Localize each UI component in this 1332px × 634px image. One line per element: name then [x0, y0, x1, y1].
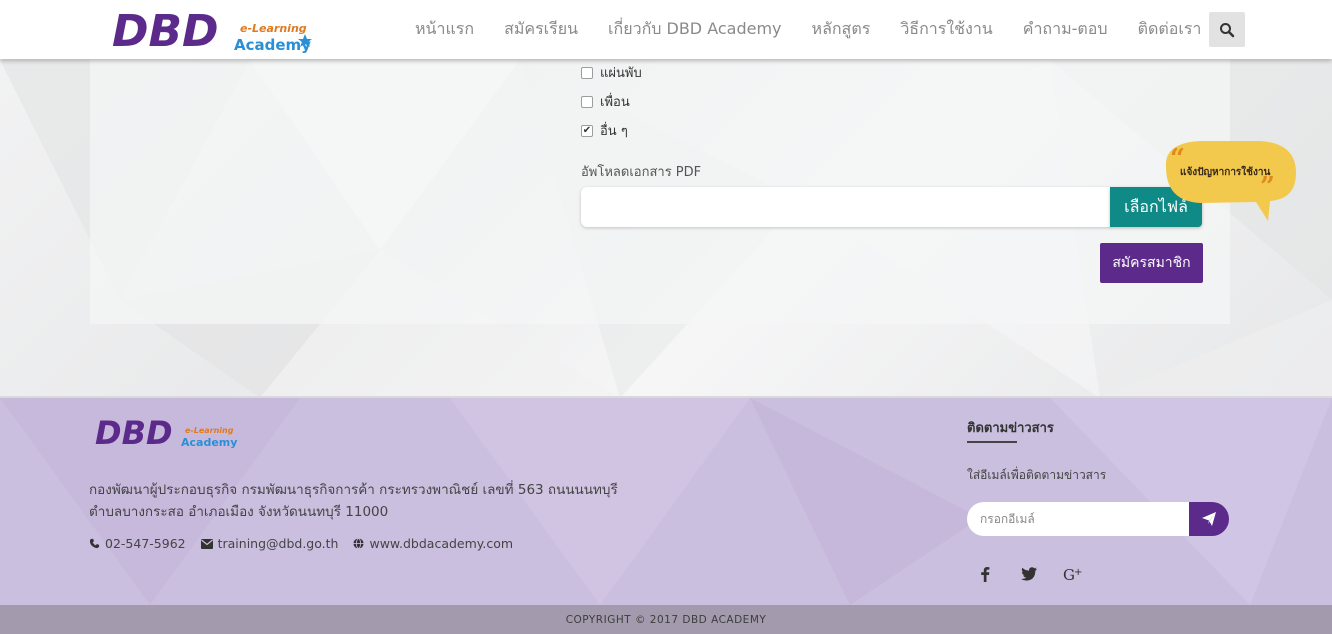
checkbox-friend[interactable]: [581, 95, 593, 108]
footer-logo-sub-1: e-Learning: [185, 426, 234, 435]
website-text: www.dbdacademy.com: [369, 536, 514, 551]
google-plus-icon: G +: [1063, 566, 1082, 582]
register-submit-button[interactable]: สมัครสมาชิก: [1100, 243, 1203, 283]
nav-how-to-use[interactable]: วิธีการใช้งาน: [900, 17, 992, 42]
main-nav: หน้าแรก สมัครเรียน เกี่ยวกับ DBD Academy…: [400, 0, 1216, 59]
checkbox-row-other: ✔ อื่น ๆ: [581, 120, 628, 141]
checkbox-label: อื่น ๆ: [600, 124, 628, 139]
logo-sub-2: Academy: [234, 36, 311, 54]
contact-website[interactable]: www.dbdacademy.com: [353, 536, 513, 551]
checkbox-label: เพื่อน: [600, 95, 630, 110]
nav-contact[interactable]: ติดต่อเรา: [1138, 17, 1202, 42]
logo-sub-1: e-Learning: [240, 22, 307, 35]
newsletter-email-input[interactable]: กรอกอีเมล์: [967, 502, 1190, 536]
newsletter-title: ติดตามข่าวสาร: [967, 421, 1054, 436]
paper-plane-icon: [1202, 512, 1216, 526]
contact-info: 02-547-5962 training@dbd.go.th www.dbdac…: [89, 536, 528, 551]
search-icon: [1220, 22, 1235, 37]
facebook-link[interactable]: [975, 564, 995, 584]
file-path-field[interactable]: [581, 187, 1111, 227]
footer-logo-brand: DBD: [95, 414, 173, 449]
upload-pdf-label: อัพโหลดเอกสาร PDF: [581, 165, 702, 180]
search-button[interactable]: [1209, 12, 1245, 47]
checkbox-row-brochure: แผ่นพับ: [581, 62, 642, 83]
svg-text:+: +: [1074, 567, 1082, 578]
nav-faq[interactable]: คำถาม-ตอบ: [1023, 17, 1108, 42]
newsletter-subtitle: ใส่อีเมล์เพื่อติดตามข่าวสาร: [967, 468, 1107, 482]
newsletter-send-button[interactable]: [1189, 502, 1229, 536]
copyright-bar: COPYRIGHT © 2017 DBD ACADEMY: [0, 605, 1332, 634]
envelope-icon: [200, 538, 213, 549]
nav-home[interactable]: หน้าแรก: [415, 17, 474, 42]
logo-brand: DBD: [112, 6, 219, 56]
footer-logo-sub-2: Academy: [181, 436, 237, 449]
report-problem-bubble[interactable]: “ ”: [1160, 137, 1300, 227]
phone-text: 02-547-5962: [105, 536, 186, 551]
nav-about[interactable]: เกี่ยวกับ DBD Academy: [608, 17, 781, 42]
report-problem-text: แจ้งปัญหาการใช้งาน: [1180, 167, 1271, 178]
nav-register-course[interactable]: สมัครเรียน: [504, 17, 578, 42]
facebook-icon: [981, 567, 990, 582]
twitter-link[interactable]: [1019, 564, 1039, 584]
nav-courses[interactable]: หลักสูตร: [812, 17, 871, 42]
address-line-1: กองพัฒนาผู้ประกอบธุรกิจ กรมพัฒนาธุรกิจกา…: [89, 482, 618, 498]
address-line-2: ตำบลบางกระสอ อำเภอเมือง จังหวัดนนทบุรี 1…: [89, 504, 389, 520]
checkbox-other[interactable]: ✔: [581, 124, 593, 137]
twitter-icon: [1021, 567, 1037, 581]
footer-logo[interactable]: DBD e-Learning Academy: [95, 413, 240, 452]
contact-phone: 02-547-5962: [89, 536, 186, 551]
copyright-text: COPYRIGHT © 2017 DBD ACADEMY: [565, 613, 767, 626]
email-text: training@dbd.go.th: [217, 536, 339, 551]
globe-icon: [353, 538, 365, 549]
footer: DBD e-Learning Academy กองพัฒนาผู้ประกอบ…: [0, 398, 1332, 605]
checkbox-brochure[interactable]: [581, 66, 593, 79]
checkbox-row-friend: เพื่อน: [581, 91, 630, 112]
newsletter-title-underline: [967, 441, 1017, 443]
google-plus-link[interactable]: G +: [1063, 564, 1083, 584]
dbd-academy-logo[interactable]: DBD e-Learning Academy: [112, 6, 312, 57]
checkbox-label: แผ่นพับ: [600, 66, 642, 81]
contact-email[interactable]: training@dbd.go.th: [200, 536, 339, 551]
top-navbar: DBD e-Learning Academy หน้าแรก สมัครเรีย…: [0, 0, 1332, 59]
phone-icon: [89, 538, 100, 549]
